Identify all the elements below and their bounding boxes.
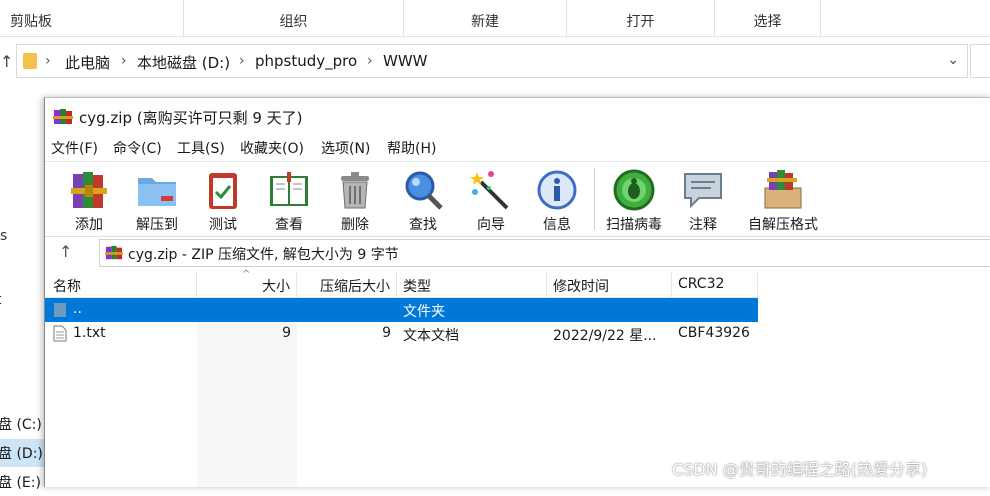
test-clipboard-icon bbox=[209, 173, 237, 209]
ribbon-group-open[interactable]: 打开 bbox=[567, 0, 715, 36]
sfx-button[interactable]: 自解压格式 bbox=[739, 164, 827, 234]
info-button[interactable]: 信息 bbox=[529, 164, 585, 234]
explorer-ribbon: 剪贴板 组织 新建 打开 选择 bbox=[0, 0, 990, 37]
wizard-wand-icon bbox=[470, 171, 509, 210]
nav-item-drive-c[interactable]: 盘 (C:) bbox=[0, 410, 44, 438]
sorted-column-shade bbox=[197, 322, 297, 487]
column-header-name[interactable]: 名称 bbox=[45, 272, 197, 298]
up-folder-icon[interactable]: ↑ bbox=[59, 242, 72, 261]
nav-item-drive-d[interactable]: 盘 (D:) bbox=[0, 439, 44, 467]
ribbon-group-clipboard[interactable]: 剪贴板 bbox=[0, 0, 184, 36]
chevron-right-icon: › bbox=[367, 53, 373, 69]
extract-to-button[interactable]: 解压到 bbox=[125, 164, 189, 234]
breadcrumb-www[interactable]: WWW bbox=[383, 52, 428, 70]
sfx-box-icon bbox=[764, 170, 802, 209]
wizard-button[interactable]: 向导 bbox=[463, 164, 519, 234]
nav-item-drive-e[interactable]: 盘 (E:) bbox=[0, 468, 44, 496]
explorer-nav-pane: s t 盘 (C:) 盘 (D:) 盘 (E:) bbox=[0, 100, 44, 491]
ribbon-group-select[interactable]: 选择 bbox=[715, 0, 821, 36]
toolbar: 添加 解压到 测试 查看 删除 查找 向导 信息 扫描病毒 注释 自解压格式 bbox=[45, 161, 990, 237]
watermark-text: CSDN @贵哥的编程之路(热爱分享) bbox=[672, 460, 928, 479]
menu-commands[interactable]: 命令(C) bbox=[113, 138, 162, 158]
refresh-button[interactable] bbox=[970, 44, 990, 78]
find-button[interactable]: 查找 bbox=[395, 164, 451, 234]
up-arrow-icon[interactable]: ↑ bbox=[0, 52, 14, 72]
menu-favorites[interactable]: 收藏夹(O) bbox=[240, 138, 304, 158]
delete-button[interactable]: 删除 bbox=[327, 164, 383, 234]
column-header-crc32[interactable]: CRC32 bbox=[672, 272, 758, 298]
add-button[interactable]: 添加 bbox=[61, 164, 117, 234]
trash-icon bbox=[341, 172, 369, 209]
chevron-right-icon: › bbox=[45, 53, 51, 69]
parent-folder-icon bbox=[54, 303, 66, 317]
ribbon-group-new[interactable]: 新建 bbox=[404, 0, 567, 36]
nav-fragment: t bbox=[0, 292, 2, 308]
view-button[interactable]: 查看 bbox=[261, 164, 317, 234]
column-header-packed[interactable]: 压缩后大小 bbox=[297, 272, 397, 298]
chevron-right-icon: › bbox=[239, 53, 245, 69]
breadcrumb-this-pc[interactable]: 此电脑 bbox=[65, 52, 110, 73]
magnifier-icon bbox=[405, 171, 443, 210]
archive-icon bbox=[105, 245, 123, 260]
extract-folder-icon bbox=[138, 178, 176, 206]
breadcrumb-phpstudy[interactable]: phpstudy_pro bbox=[255, 52, 357, 70]
comment-button[interactable]: 注释 bbox=[675, 164, 731, 234]
menu-tools[interactable]: 工具(S) bbox=[177, 138, 225, 158]
virus-scan-icon bbox=[613, 169, 655, 211]
toolbar-separator bbox=[594, 168, 595, 230]
menu-bar: 文件(F) 命令(C) 工具(S) 收藏夹(O) 选项(N) 帮助(H) bbox=[45, 136, 990, 160]
view-book-icon bbox=[270, 172, 308, 206]
file-list: 名称 大小 ^ 压缩后大小 类型 修改时间 CRC32 .. 文件夹 1.txt… bbox=[45, 269, 990, 487]
address-bar[interactable]: › 此电脑 › 本地磁盘 (D:) › phpstudy_pro › WWW ⌄ bbox=[16, 44, 968, 78]
sort-ascending-icon: ^ bbox=[242, 269, 251, 280]
comment-bubble-icon bbox=[684, 173, 722, 209]
winrar-app-icon bbox=[53, 109, 73, 124]
breadcrumb-drive-d[interactable]: 本地磁盘 (D:) bbox=[137, 52, 230, 73]
table-row[interactable]: 1.txt 9 9 文本文档 2022/9/22 星... CBF43926 bbox=[45, 322, 758, 346]
winrar-window: cyg.zip (离购买许可只剩 9 天了) 文件(F) 命令(C) 工具(S)… bbox=[44, 97, 990, 487]
menu-file[interactable]: 文件(F) bbox=[51, 138, 98, 158]
add-books-icon bbox=[71, 172, 107, 208]
menu-options[interactable]: 选项(N) bbox=[321, 138, 370, 158]
nav-fragment: s bbox=[0, 228, 8, 244]
window-title: cyg.zip (离购买许可只剩 9 天了) bbox=[79, 109, 303, 127]
chevron-down-icon[interactable]: ⌄ bbox=[947, 52, 959, 68]
ribbon-group-organize[interactable]: 组织 bbox=[184, 0, 404, 36]
chevron-right-icon: › bbox=[121, 53, 127, 69]
column-header-type[interactable]: 类型 bbox=[397, 272, 547, 298]
path-bar: ↑ cyg.zip - ZIP 压缩文件, 解包大小为 9 字节 bbox=[45, 236, 990, 270]
scan-virus-button[interactable]: 扫描病毒 bbox=[601, 164, 667, 234]
folder-icon bbox=[23, 53, 37, 69]
text-file-icon bbox=[53, 325, 67, 342]
table-row[interactable]: .. 文件夹 bbox=[45, 298, 758, 322]
test-button[interactable]: 测试 bbox=[195, 164, 251, 234]
menu-help[interactable]: 帮助(H) bbox=[387, 138, 436, 158]
column-header-modified[interactable]: 修改时间 bbox=[547, 272, 672, 298]
title-bar[interactable]: cyg.zip (离购买许可只剩 9 天了) bbox=[45, 98, 990, 134]
info-icon bbox=[537, 170, 577, 210]
archive-path-field[interactable]: cyg.zip - ZIP 压缩文件, 解包大小为 9 字节 bbox=[99, 239, 990, 267]
